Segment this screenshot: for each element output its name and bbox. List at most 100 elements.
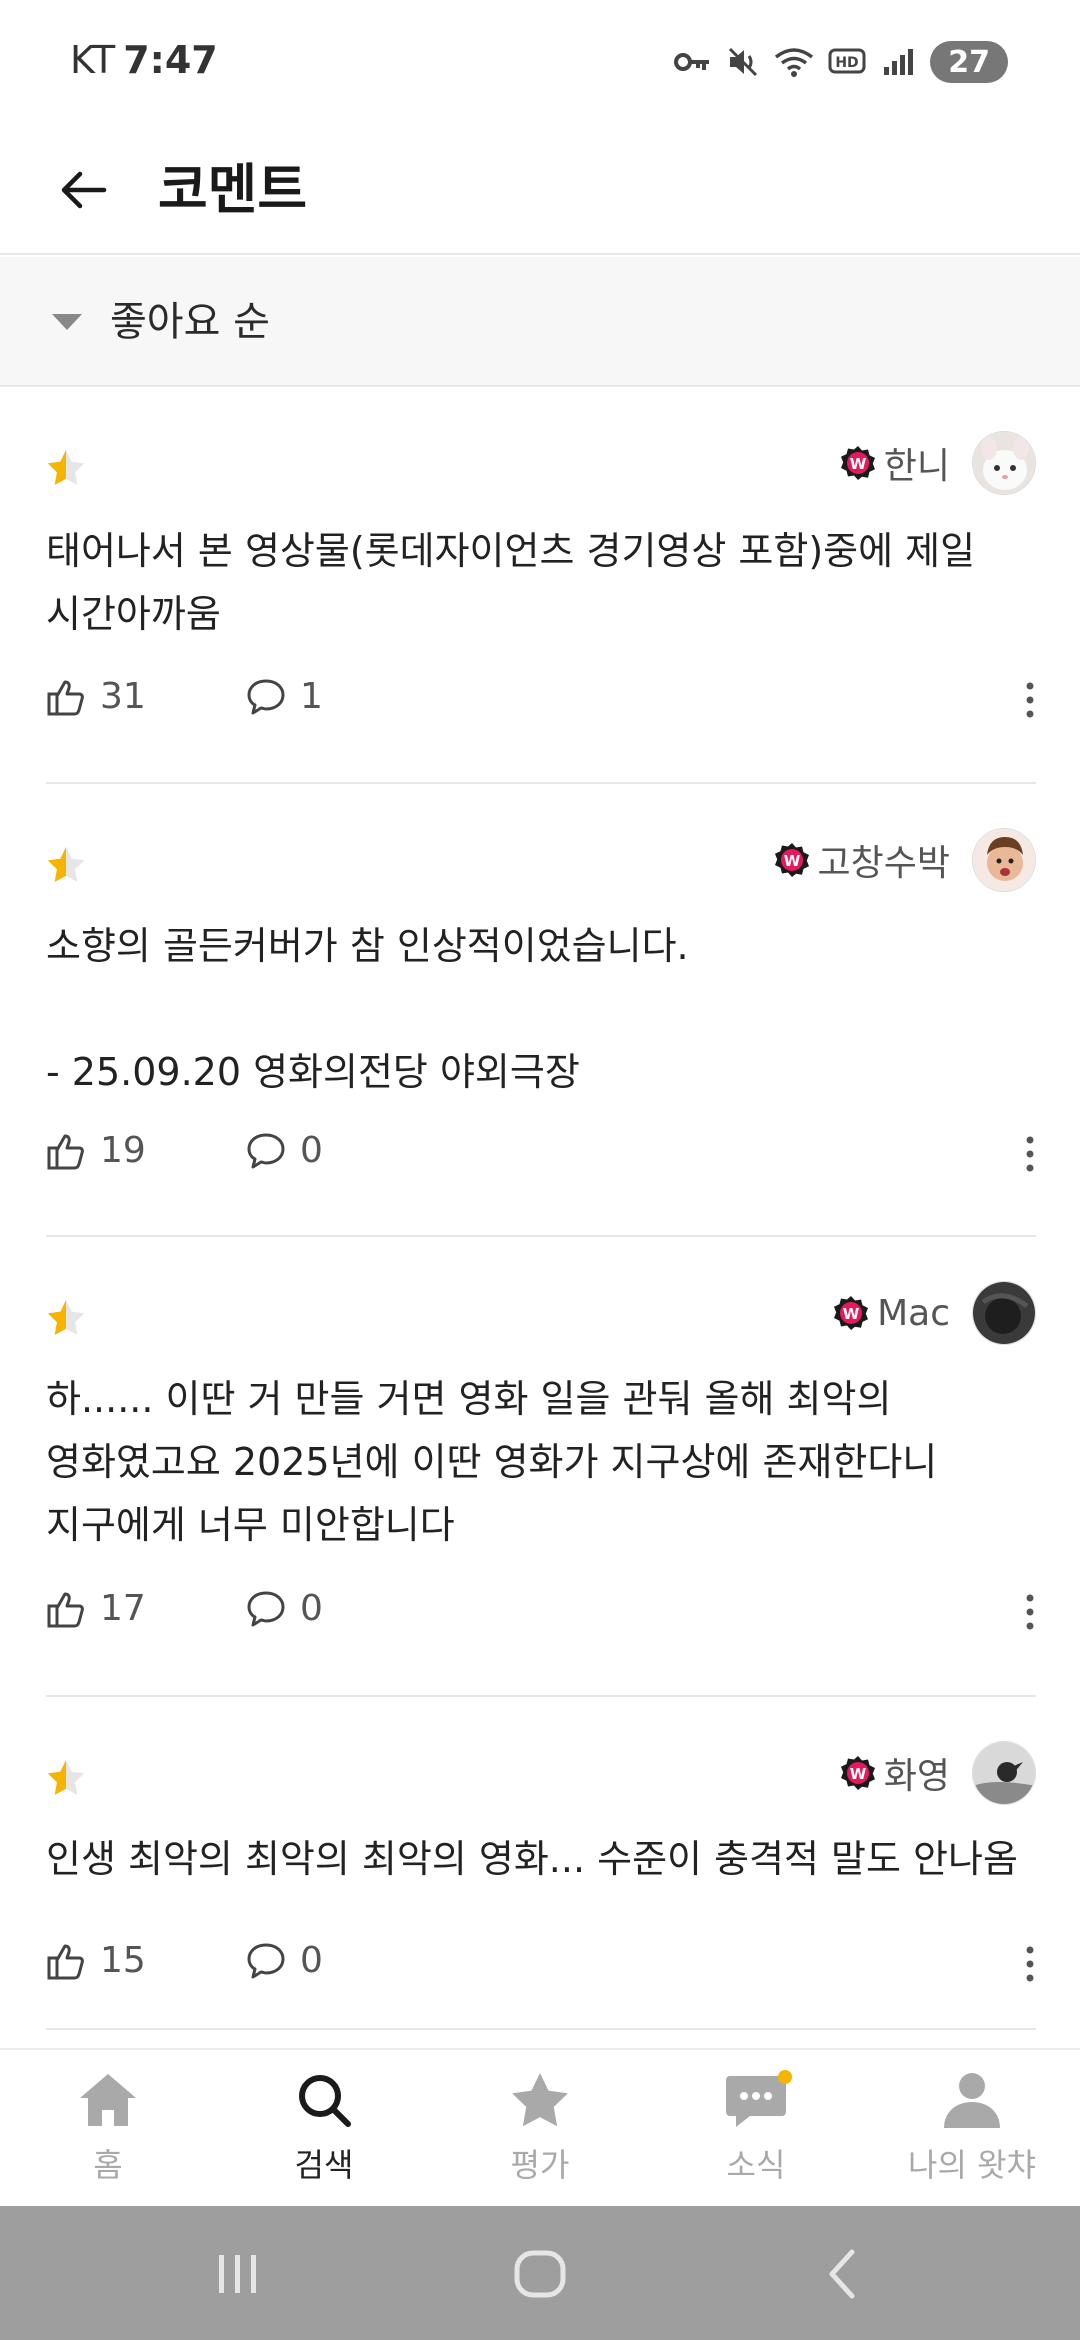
avatar (972, 431, 1036, 495)
reply-button[interactable]: 1 (246, 676, 323, 717)
status-icons: HD 27 (674, 40, 1008, 84)
comment-user[interactable]: W 한니 (840, 430, 1036, 496)
wifi-icon (775, 48, 814, 77)
nav-home[interactable]: 홈 (0, 2070, 216, 2200)
speech-bubble-icon (247, 1591, 285, 1626)
reply-button[interactable]: 0 (246, 1588, 323, 1629)
home-circle-icon (514, 2250, 566, 2298)
clock: 7:47 (123, 38, 218, 82)
reply-count: 0 (300, 1130, 323, 1171)
comment-item[interactable]: W 고창수박 소향의 골든커버가 참 인상적이었습니다. - 25.09.20 … (46, 828, 1036, 1185)
divider (46, 1235, 1036, 1237)
half-star-icon (47, 450, 85, 485)
notification-dot (778, 2070, 792, 2084)
thumbs-up-icon (47, 680, 84, 715)
comment-actions: 31 1 (46, 676, 1036, 726)
comment-user[interactable]: W Mac (833, 1280, 1036, 1346)
comment-actions: 15 0 (46, 1940, 1036, 1990)
like-count: 15 (100, 1940, 146, 1981)
half-star-icon (47, 1760, 85, 1795)
status-bar: KT 7:47 HD 27 (0, 0, 1080, 125)
username: Mac (877, 1292, 950, 1334)
app-header: 코멘트 (0, 125, 1080, 255)
nav-label: 평가 (510, 2146, 570, 2184)
thumbs-up-icon (47, 1944, 84, 1979)
speech-bubble-icon (247, 1133, 285, 1168)
speech-bubble-icon (247, 1943, 285, 1978)
avatar (972, 828, 1036, 892)
battery-indicator: 27 (930, 41, 1008, 83)
half-star-icon (47, 847, 85, 882)
divider (46, 2028, 1036, 2030)
nav-my-watcha[interactable]: 나의 왓챠 (864, 2070, 1080, 2200)
reply-button[interactable]: 0 (246, 1940, 323, 1981)
half-star-icon (47, 1300, 85, 1335)
nav-label: 검색 (294, 2146, 354, 2184)
carrier: KT (70, 38, 116, 82)
hd-icon: HD (828, 48, 866, 74)
signal-icon (884, 49, 914, 75)
avatar (972, 1741, 1036, 1805)
home-button[interactable] (500, 2246, 580, 2302)
like-button[interactable]: 17 (46, 1588, 146, 1629)
comment-text: 하...... 이딴 거 만들 거면 영화 일을 관둬 올해 최악의 영화였고요… (46, 1377, 938, 1547)
divider (46, 782, 1036, 784)
watcha-badge-icon: W (774, 843, 809, 877)
username: 화영 (883, 1756, 950, 1797)
recent-apps-button[interactable] (198, 2246, 278, 2302)
thumbs-up-icon (47, 1592, 84, 1627)
chevron-left-icon (829, 2249, 855, 2299)
nav-label: 나의 왓챠 (908, 2146, 1036, 2184)
star-icon (512, 2073, 568, 2127)
person-icon (944, 2073, 1000, 2128)
like-button[interactable]: 19 (46, 1130, 146, 1171)
key-icon (674, 53, 710, 71)
like-button[interactable]: 31 (46, 676, 146, 717)
watcha-badge-icon: W (840, 1756, 875, 1790)
more-options-icon[interactable] (1024, 1134, 1036, 1174)
like-count: 31 (100, 676, 146, 717)
reply-count: 1 (300, 676, 323, 717)
comment-item[interactable]: W 한니 태어나서 본 영상물(롯데자이언츠 경기영상 포함)중에 제일 시간아… (46, 431, 1036, 738)
comment-actions: 17 0 (46, 1588, 1036, 1638)
svg-text:W: W (849, 455, 866, 473)
like-button[interactable]: 15 (46, 1940, 146, 1981)
page-title: 코멘트 (158, 158, 308, 221)
sort-label: 좋아요 순 (110, 299, 270, 345)
reply-count: 0 (300, 1588, 323, 1629)
caret-down-icon (52, 314, 82, 330)
reply-count: 0 (300, 1940, 323, 1981)
mute-icon (729, 47, 758, 77)
more-options-icon[interactable] (1024, 680, 1036, 720)
comment-item[interactable]: W Mac 하...... 이딴 거 만들 거면 영화 일을 관둬 올해 최악의… (46, 1281, 1036, 1648)
comment-text: 태어나서 본 영상물(롯데자이언츠 경기영상 포함)중에 제일 시간아까움 (46, 529, 976, 636)
svg-text:W: W (849, 1765, 866, 1783)
comment-user[interactable]: W 고창수박 (774, 827, 1036, 893)
avatar (972, 1281, 1036, 1345)
system-nav-bar (0, 2206, 1080, 2340)
username: 고창수박 (817, 843, 950, 884)
back-system-button[interactable] (802, 2246, 882, 2302)
nav-news[interactable]: 소식 (648, 2070, 864, 2200)
more-options-icon[interactable] (1024, 1592, 1036, 1632)
more-options-icon[interactable] (1024, 1944, 1036, 1984)
comment-item[interactable]: W 화영 인생 최악의 최악의 최악의 영화... 수준이 충격적 말도 안나옴… (46, 1741, 1036, 1998)
divider (46, 1695, 1036, 1697)
recent-apps-icon (219, 2255, 256, 2293)
search-icon (299, 2075, 351, 2127)
watcha-badge-icon: W (840, 446, 875, 480)
comment-user[interactable]: W 화영 (840, 1740, 1036, 1806)
back-arrow-icon (61, 171, 107, 209)
nav-search[interactable]: 검색 (216, 2070, 432, 2200)
nav-rate[interactable]: 평가 (432, 2070, 648, 2200)
speech-bubble-icon (247, 679, 285, 714)
back-button[interactable] (48, 155, 118, 225)
reply-button[interactable]: 0 (246, 1130, 323, 1171)
sort-dropdown[interactable]: 좋아요 순 (0, 257, 1080, 387)
like-count: 17 (100, 1588, 146, 1629)
svg-text:HD: HD (836, 55, 859, 71)
comment-text: 소향의 골든커버가 참 인상적이었습니다. - 25.09.20 영화의전당 야… (46, 924, 689, 1094)
bottom-nav: 홈 검색 평가 소식 나의 왓챠 (0, 2048, 1080, 2206)
like-count: 19 (100, 1130, 146, 1171)
svg-text:W: W (843, 1305, 860, 1323)
